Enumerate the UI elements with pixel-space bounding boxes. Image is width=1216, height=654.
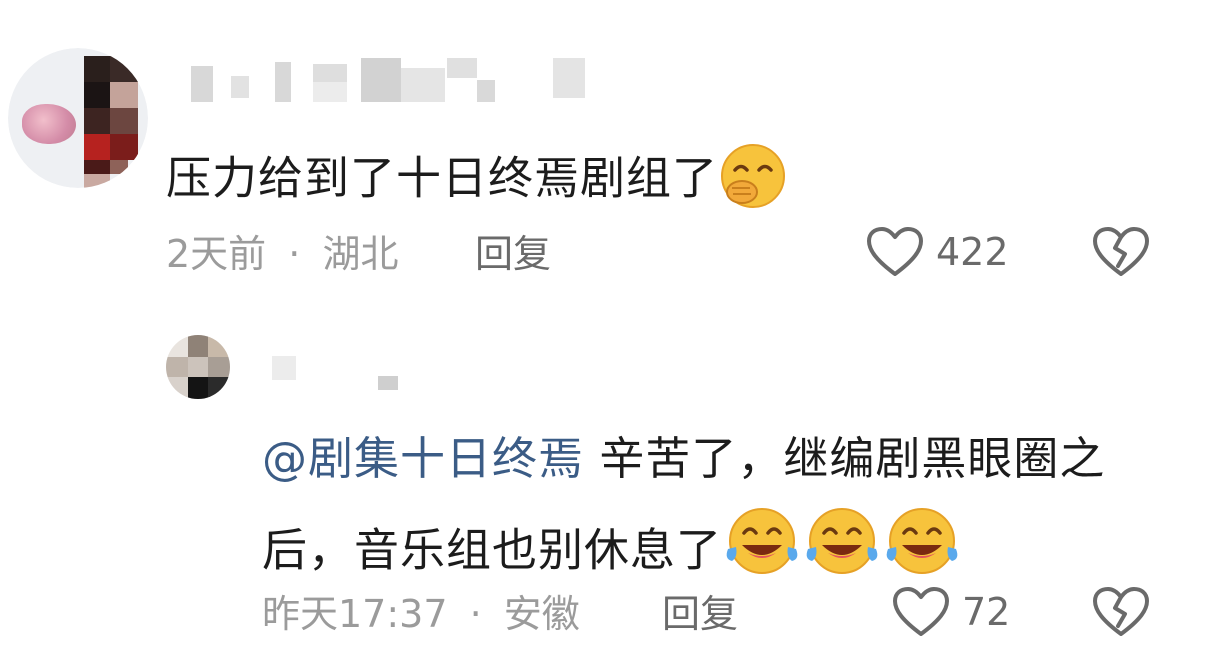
username-blurred[interactable] — [185, 58, 585, 102]
meta-separator: · — [288, 232, 301, 276]
dislike-button[interactable] — [1092, 586, 1150, 642]
meta-separator: · — [469, 592, 482, 636]
broken-heart-icon — [1093, 227, 1149, 276]
avatar-mosaic — [80, 48, 148, 188]
like-count: 72 — [962, 590, 1011, 634]
like-count: 422 — [936, 230, 1009, 274]
avatar-mosaic — [166, 335, 230, 399]
reply-button[interactable]: 回复 — [475, 230, 551, 278]
like-button[interactable]: 72 — [892, 586, 1010, 638]
reply-button[interactable]: 回复 — [662, 590, 738, 638]
reply-avatar[interactable] — [166, 335, 230, 399]
reply-text: @剧集十日终焉 辛苦了，继编剧黑眼圈之后，音乐组也别休息了 — [262, 415, 1162, 604]
broken-heart-icon — [1093, 587, 1149, 636]
heart-outline-icon — [893, 587, 949, 636]
avatar-heart-graphic — [22, 104, 76, 144]
mention-link[interactable]: @剧集十日终焉 — [262, 432, 584, 485]
covering-mouth-smile-emoji-icon — [718, 140, 788, 223]
reply-time: 昨天17:37 — [262, 592, 448, 636]
reply-username-blurred[interactable] — [270, 350, 410, 394]
comment-time: 2天前 — [166, 232, 267, 276]
comment-meta: 2天前 · 湖北 — [166, 230, 398, 278]
tears-of-joy-emoji-icon — [722, 503, 802, 604]
comment-text-body: 压力给到了十日终焉剧组了 — [166, 151, 719, 205]
like-button[interactable]: 422 — [866, 226, 1009, 278]
comment-text: 压力给到了十日终焉剧组了 — [166, 140, 788, 223]
reply-location: 安徽 — [503, 592, 580, 636]
comment-location: 湖北 — [322, 232, 399, 276]
avatar[interactable] — [8, 48, 148, 188]
tears-of-joy-emoji-icon — [802, 503, 882, 604]
heart-outline-icon — [867, 227, 923, 276]
dislike-button[interactable] — [1092, 226, 1150, 282]
reply-meta: 昨天17:37 · 安徽 — [262, 590, 580, 638]
comment-item: 压力给到了十日终焉剧组了 2天前 · 湖北 回复 422 — [0, 0, 1216, 300]
